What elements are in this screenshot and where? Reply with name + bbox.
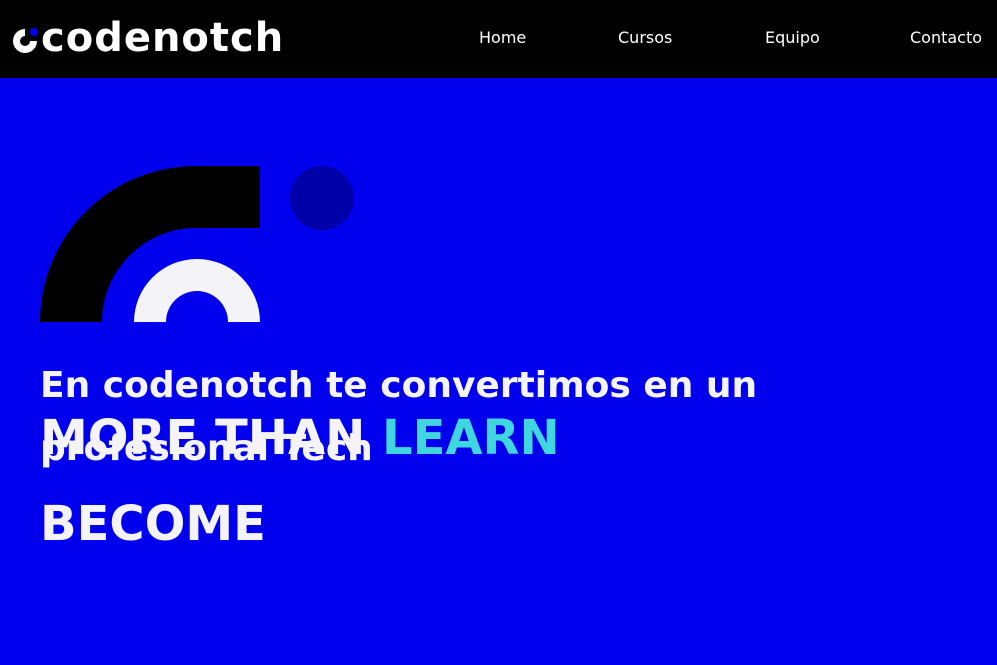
tagline-become: BECOME — [40, 496, 266, 552]
tagline-more-than-learn: MORE THAN LEARN — [40, 410, 560, 466]
top-navigation-bar: codenotch Home Cursos Equipo Contacto — [0, 0, 997, 78]
codenotch-logo[interactable]: codenotch — [10, 12, 284, 64]
nav-home[interactable]: Home — [479, 0, 526, 78]
codenotch-arc-illustration — [40, 166, 354, 322]
nav-contacto[interactable]: Contacto — [910, 0, 982, 78]
tagline-prefix: MORE THAN — [40, 410, 382, 466]
tagline-accent-learn: LEARN — [381, 410, 560, 466]
white-half-ring — [134, 259, 260, 322]
nav-cursos[interactable]: Cursos — [618, 0, 672, 78]
hero-section: En codenotch te convertimos en un profes… — [0, 78, 997, 665]
codenotch-logo-icon — [10, 26, 40, 56]
nav-equipo[interactable]: Equipo — [765, 0, 820, 78]
blue-dot — [290, 166, 354, 230]
logo-wordmark: codenotch — [41, 15, 285, 61]
